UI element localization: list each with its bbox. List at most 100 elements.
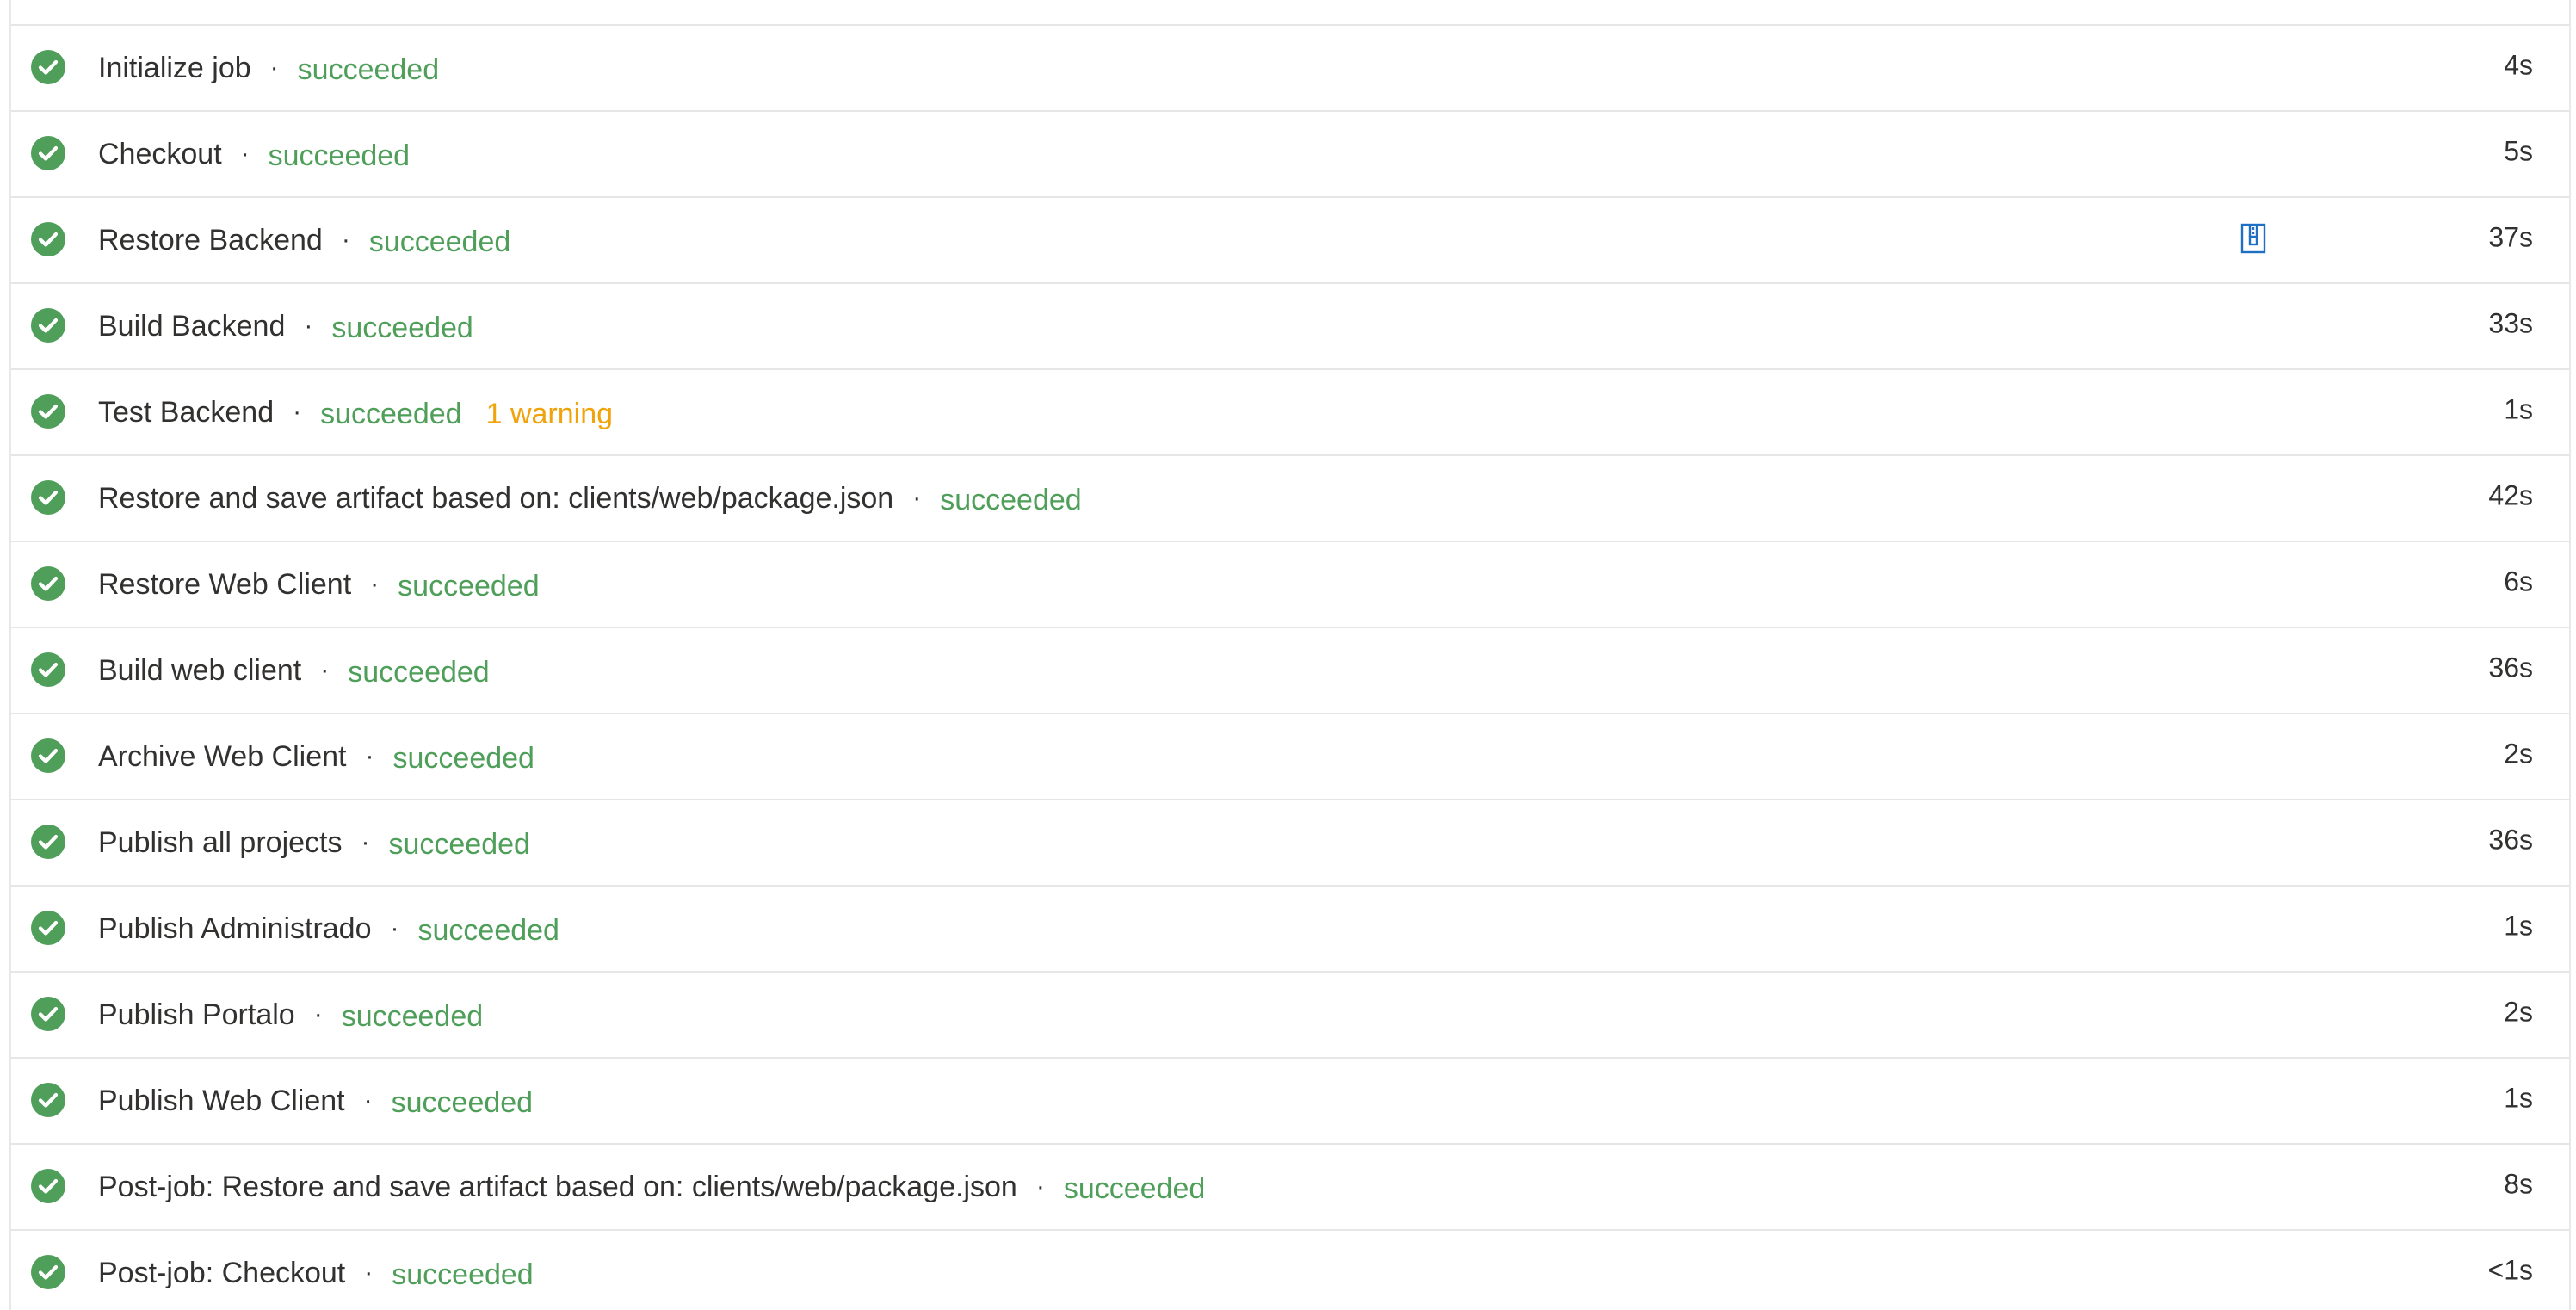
job-step-text: Restore Web Client · succeeded (98, 565, 540, 603)
job-step-name: Post-job: Checkout (98, 1257, 346, 1289)
check-circle-icon (30, 565, 66, 602)
job-step-text: Build web client · succeeded (98, 652, 490, 689)
job-step-status: succeeded (392, 742, 534, 775)
job-step-row[interactable]: Publish Web Client · succeeded 1s (11, 1059, 2569, 1145)
job-step-row[interactable]: Publish Administrado · succeeded 1s (11, 887, 2569, 973)
job-step-text: Prepare job · succeeded (98, 0, 437, 1)
separator-dot: · (370, 570, 380, 598)
check-circle-icon (30, 910, 66, 946)
job-step-name: Restore Web Client (98, 568, 352, 601)
job-step-row[interactable]: Checkout · succeeded 5s (11, 112, 2569, 198)
job-step-duration: 37s (2488, 221, 2533, 253)
job-step-duration: 1s (2504, 1082, 2533, 1114)
check-circle-icon (30, 479, 66, 516)
separator-dot: · (269, 0, 277, 1)
job-step-row[interactable]: Restore Web Client · succeeded 6s (11, 542, 2569, 628)
job-step-row[interactable]: Restore and save artifact based on: clie… (11, 456, 2569, 542)
separator-dot: · (240, 139, 250, 168)
job-step-row[interactable]: Prepare job · succeeded (11, 0, 2569, 26)
job-step-name: Test Backend (98, 396, 275, 429)
job-step-text: Archive Web Client · succeeded (98, 738, 534, 775)
job-step-text: Build Backend · succeeded (98, 307, 473, 345)
separator-dot: · (1035, 1172, 1045, 1201)
job-step-warning[interactable]: 1 warning (486, 395, 613, 433)
job-step-text: Publish Portalo · succeeded (98, 996, 483, 1034)
check-circle-icon (30, 824, 66, 860)
job-step-status: succeeded (388, 828, 530, 861)
job-step-name: Restore and save artifact based on: clie… (98, 482, 894, 515)
job-step-row[interactable]: Restore Backend · succeeded 37s (11, 198, 2569, 284)
job-step-status: succeeded (1063, 1172, 1206, 1205)
check-circle-icon (30, 221, 66, 257)
job-step-row[interactable]: Post-job: Restore and save artifact base… (11, 1145, 2569, 1231)
job-step-duration: 42s (2488, 479, 2533, 511)
job-step-status: succeeded (392, 1258, 534, 1291)
job-step-status: succeeded (341, 1000, 484, 1033)
check-circle-icon (30, 1254, 66, 1290)
job-step-name: Publish Web Client (98, 1084, 345, 1117)
job-step-status: succeeded (268, 139, 411, 172)
job-step-row[interactable]: Initialize job · succeeded 4s (11, 26, 2569, 112)
separator-dot: · (912, 484, 922, 512)
job-step-duration: 2s (2504, 738, 2533, 769)
job-step-text: Post-job: Checkout · succeeded (98, 1254, 534, 1292)
separator-dot: · (313, 1000, 323, 1029)
job-step-text: Restore and save artifact based on: clie… (98, 479, 1082, 517)
job-step-row[interactable]: Post-job: Checkout · succeeded <1s (11, 1231, 2569, 1310)
job-step-name: Restore Backend (98, 224, 323, 256)
job-step-row[interactable]: Build Backend · succeeded 33s (11, 284, 2569, 370)
job-step-duration: 36s (2488, 652, 2533, 683)
job-step-status: succeeded (296, 0, 437, 3)
job-step-status: succeeded (391, 1086, 534, 1119)
check-circle-icon (30, 996, 66, 1032)
check-circle-icon (30, 652, 66, 688)
job-step-text: Restore Backend · succeeded (98, 221, 510, 259)
job-step-text: Publish all projects · succeeded (98, 824, 530, 862)
zip-file-icon[interactable] (2240, 223, 2266, 254)
job-step-status: succeeded (348, 656, 490, 689)
job-step-name: Prepare job (98, 0, 250, 1)
job-step-text: Checkout · succeeded (98, 135, 410, 173)
job-step-status: succeeded (331, 312, 473, 344)
check-circle-icon (30, 135, 66, 171)
job-step-status: succeeded (417, 914, 559, 947)
check-circle-icon (30, 307, 66, 343)
job-step-text: Test Backend · succeeded 1 warning (98, 393, 613, 431)
check-circle-icon (30, 738, 66, 774)
job-step-status: succeeded (398, 570, 540, 602)
separator-dot: · (269, 53, 279, 82)
pipeline-job-steps-page: Prepare job · succeeded Initialize job · succ… (0, 0, 2576, 1310)
job-step-name: Publish all projects (98, 826, 343, 859)
job-step-text: Initialize job · succeeded (98, 49, 439, 87)
job-step-duration: 1s (2504, 393, 2533, 425)
job-step-name: Archive Web Client (98, 740, 347, 773)
job-step-duration: <1s (2487, 1254, 2533, 1286)
separator-dot: · (320, 656, 330, 684)
separator-dot: · (304, 312, 313, 340)
job-step-duration: 8s (2504, 1168, 2533, 1200)
job-step-duration: 4s (2504, 49, 2533, 81)
job-step-row[interactable]: Publish Portalo · succeeded 2s (11, 973, 2569, 1059)
job-step-name: Build web client (98, 654, 302, 687)
check-circle-icon (30, 1082, 66, 1118)
check-circle-icon (30, 1168, 66, 1204)
check-circle-icon (30, 49, 66, 85)
job-step-name: Post-job: Restore and save artifact base… (98, 1171, 1017, 1203)
job-step-name: Build Backend (98, 310, 286, 343)
separator-dot: · (341, 226, 350, 254)
job-step-name: Publish Portalo (98, 998, 295, 1031)
job-step-row[interactable]: Test Backend · succeeded 1 warning 1s (11, 370, 2569, 456)
job-step-text: Publish Web Client · succeeded (98, 1082, 533, 1120)
check-circle-icon (30, 393, 66, 429)
job-step-row[interactable]: Archive Web Client · succeeded 2s (11, 714, 2569, 800)
job-step-text: Post-job: Restore and save artifact base… (98, 1168, 1205, 1206)
separator-dot: · (293, 398, 302, 426)
job-step-status: succeeded (940, 484, 1082, 516)
job-step-duration: 5s (2504, 135, 2533, 167)
separator-dot: · (365, 742, 374, 770)
job-step-name: Publish Administrado (98, 912, 372, 945)
separator-dot: · (390, 914, 399, 942)
job-step-row[interactable]: Publish all projects · succeeded 36s (11, 800, 2569, 887)
job-step-row[interactable]: Build web client · succeeded 36s (11, 628, 2569, 714)
job-step-text: Publish Administrado · succeeded (98, 910, 559, 948)
